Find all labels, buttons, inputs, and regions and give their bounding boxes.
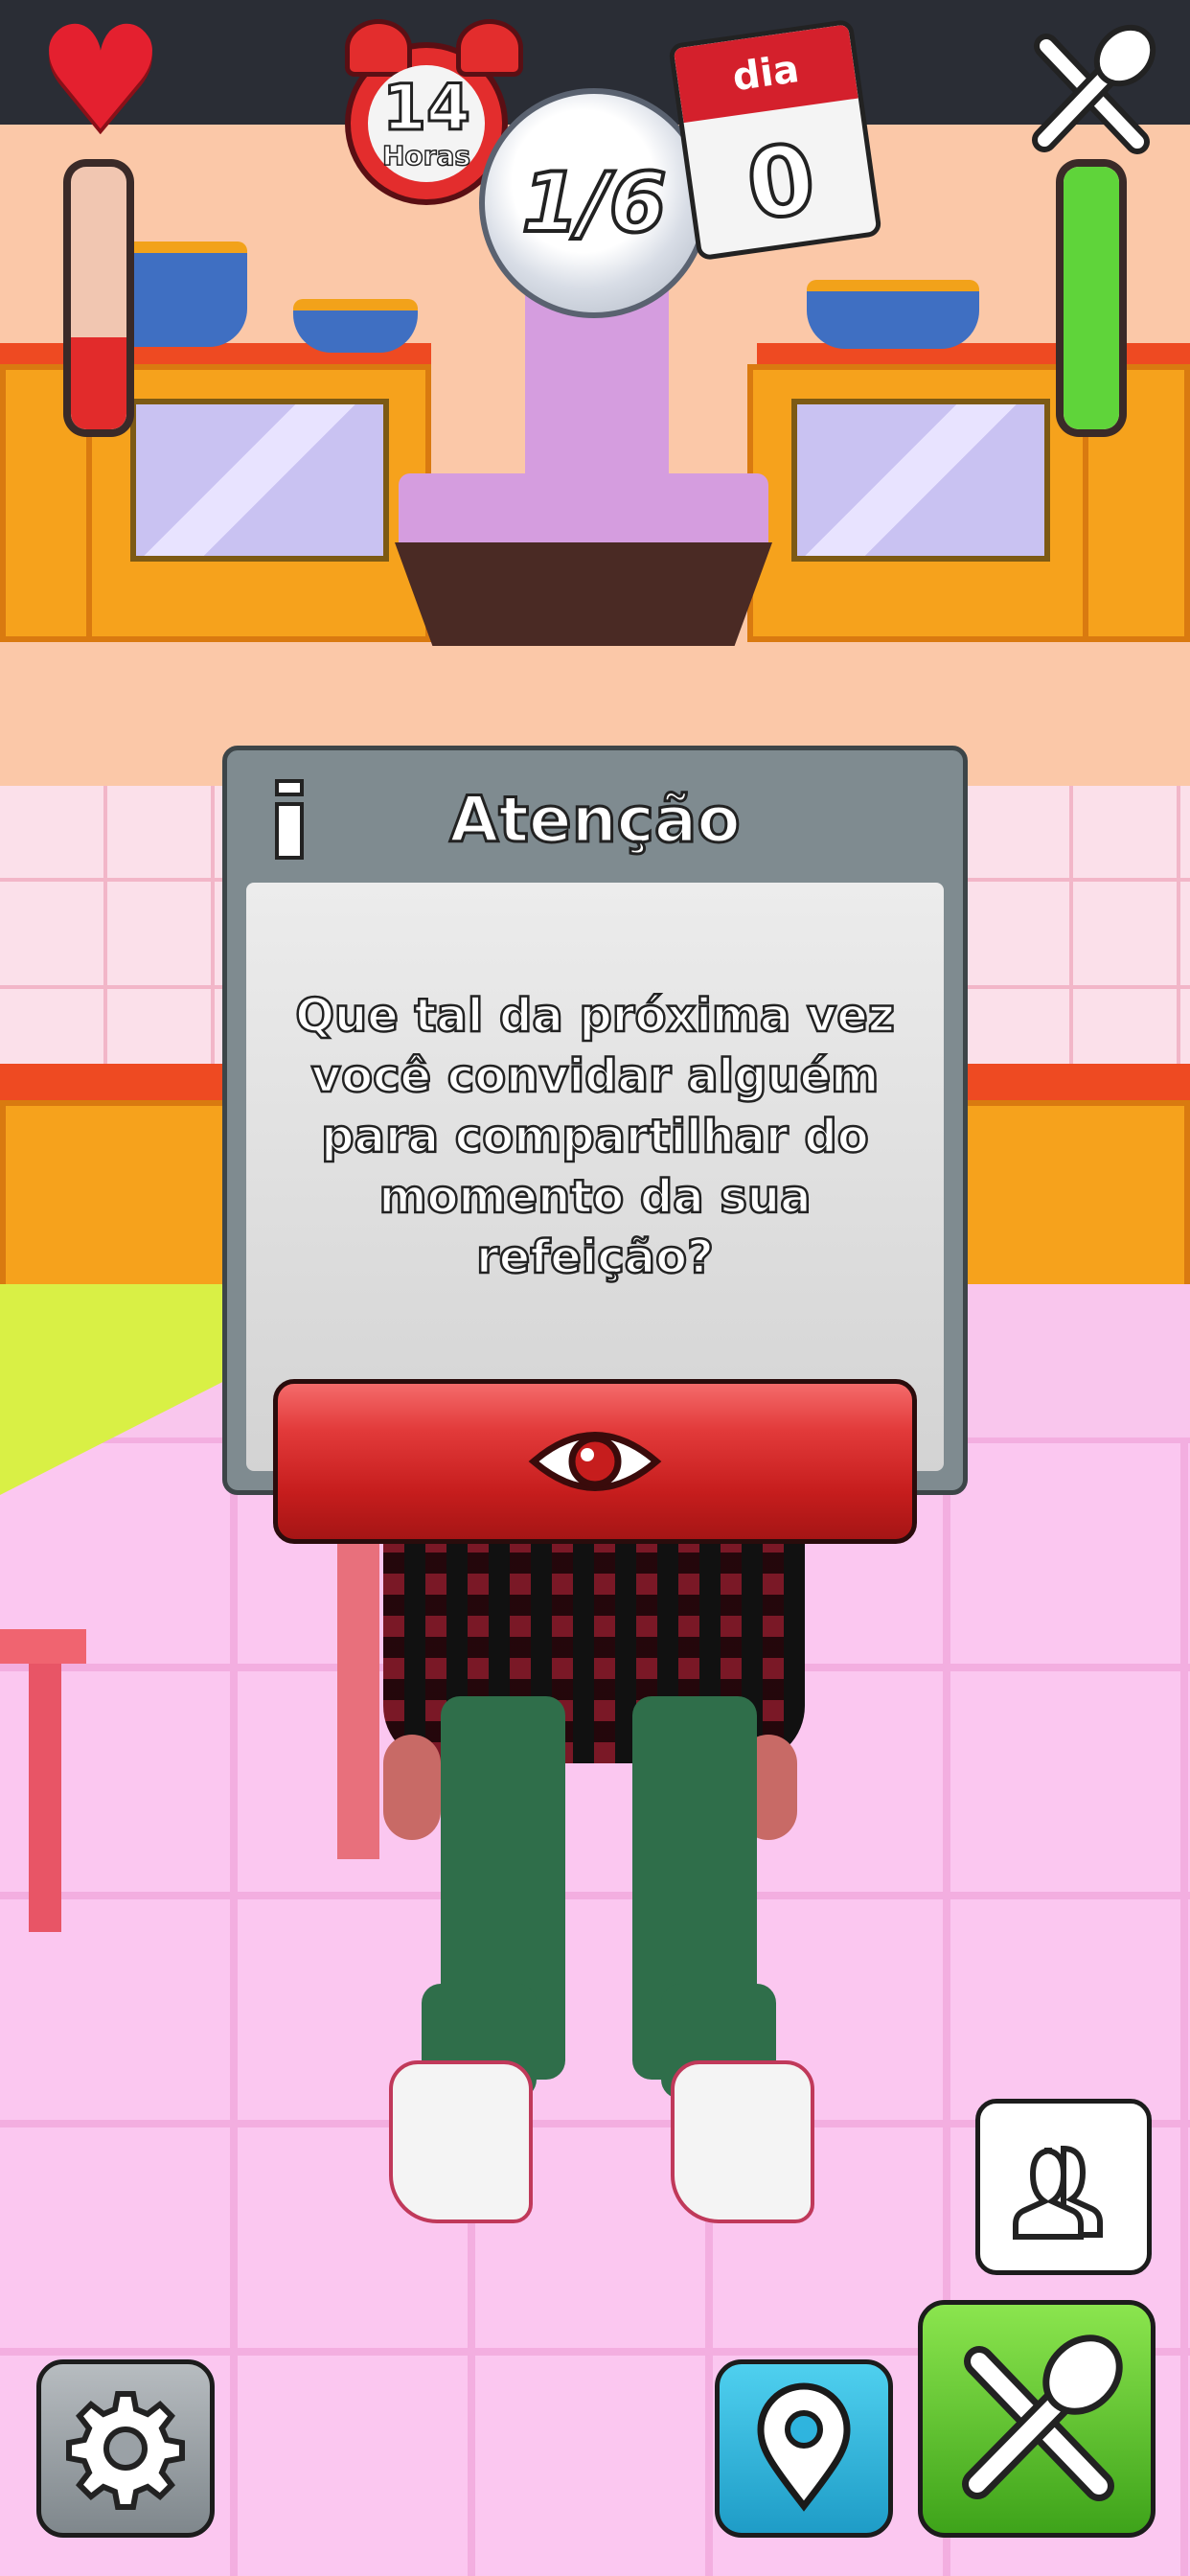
meal-button[interactable] bbox=[918, 2300, 1156, 2538]
calendar-day: 0 bbox=[739, 120, 824, 244]
meal-progress-text: 1/6 bbox=[519, 153, 668, 253]
character-shoe-left bbox=[389, 2060, 533, 2223]
range-hood-base bbox=[395, 542, 772, 646]
settings-button[interactable] bbox=[36, 2359, 215, 2538]
chair bbox=[0, 1629, 86, 1664]
clock-bell-right bbox=[456, 19, 523, 77]
food-bar-fill bbox=[1064, 167, 1119, 429]
health-bar bbox=[63, 159, 134, 437]
heart-icon: ♥ bbox=[35, 0, 166, 163]
watch-button[interactable] bbox=[273, 1379, 917, 1544]
location-button[interactable] bbox=[715, 2359, 893, 2538]
clock-bell-left bbox=[345, 19, 412, 77]
character-hand-left bbox=[383, 1735, 441, 1840]
dialog-title: Atenção bbox=[448, 782, 742, 859]
map-pin-icon bbox=[757, 2382, 851, 2512]
calendar: dia 0 bbox=[668, 18, 882, 262]
attention-dialog: Atenção Que tal da próxima vez você conv… bbox=[222, 746, 968, 1544]
clock-hours-value: 14 bbox=[381, 70, 472, 145]
food-bar bbox=[1056, 159, 1127, 437]
social-button[interactable] bbox=[975, 2099, 1152, 2275]
eye-icon bbox=[528, 1432, 662, 1491]
character-shoe-right bbox=[671, 2060, 814, 2223]
lower-cabinet-left bbox=[0, 1100, 249, 1292]
pot bbox=[807, 280, 979, 349]
health-bar-fill bbox=[71, 337, 126, 429]
upper-cabinet-right bbox=[747, 364, 1092, 642]
gear-icon bbox=[66, 2391, 185, 2510]
chair-leg bbox=[29, 1664, 61, 1932]
fork-spoon-icon bbox=[1018, 17, 1161, 161]
clock-hours-label: Horas bbox=[381, 139, 471, 172]
pot bbox=[293, 299, 418, 353]
people-icon bbox=[1013, 2145, 1103, 2240]
dialog-body: Que tal da próxima vez você convidar alg… bbox=[246, 883, 944, 1544]
dialog-message: Que tal da próxima vez você convidar alg… bbox=[294, 988, 896, 1286]
meal-progress-plate: 1/6 bbox=[479, 88, 709, 318]
upper-cabinet-left bbox=[86, 364, 431, 642]
range-hood bbox=[399, 473, 768, 542]
fork-spoon-icon bbox=[962, 2334, 1123, 2501]
